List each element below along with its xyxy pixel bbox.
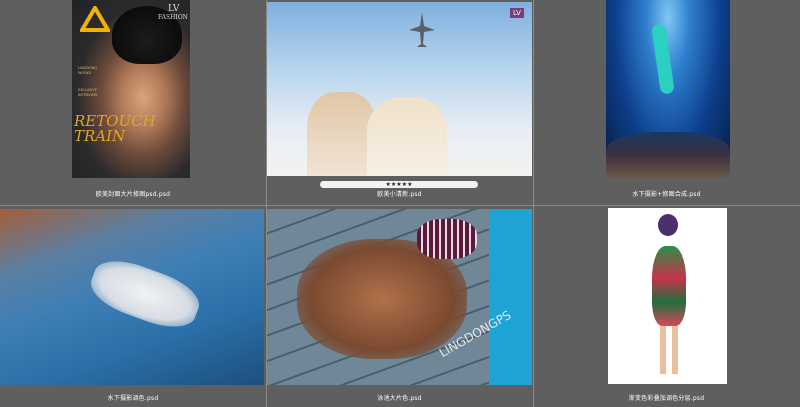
model-leg [660, 326, 666, 374]
watermark-logo: LV [510, 8, 524, 18]
swimmer-figure [84, 251, 206, 337]
airplane-icon [409, 12, 435, 47]
pool-water [489, 209, 532, 385]
thumbnail-grid: LV FASHION LINGDONG WORKS EXCLUSIVE INTE… [0, 0, 800, 407]
thumbnail-caption: 水下摄影+修图合成.psd [632, 191, 701, 198]
thumbnail-caption: 渐变色彩叠加调色分层.psd [628, 395, 705, 402]
brand-logo-icon [80, 6, 110, 32]
swimsuit-pattern [417, 219, 477, 259]
cover-brand-letters: LV [168, 4, 180, 14]
figure-right [367, 97, 447, 176]
thumbnail-image[interactable] [0, 209, 264, 385]
thumbnail-image[interactable]: LINGDONGPS [267, 209, 532, 385]
thumbnail-image[interactable] [606, 0, 730, 178]
thumbnail-image[interactable] [608, 208, 727, 384]
rating-bar[interactable]: ★★★★★ [320, 181, 478, 188]
cover-brand-word: FASHION [158, 14, 188, 21]
thumbnail-item-selected[interactable]: LV ★★★★★ 欧美小清新.psd [266, 0, 533, 205]
coral-reef [606, 132, 730, 178]
thumbnail-caption: 泳池大片色.psd [377, 395, 422, 402]
mermaid-figure [651, 23, 675, 95]
cover-headline: RETOUCH TRAIN [74, 112, 156, 145]
model-dress [652, 246, 686, 326]
thumbnail-item[interactable]: 水下摄影调色.psd [0, 206, 266, 407]
thumbnail-item[interactable]: 渐变色彩叠加调色分层.psd [533, 206, 800, 407]
thumbnail-caption: 欧美小清新.psd [377, 191, 422, 198]
model-leg [672, 326, 678, 374]
thumbnail-image[interactable]: LV FASHION LINGDONG WORKS EXCLUSIVE INTE… [72, 0, 190, 178]
thumbnail-caption: 水下摄影调色.psd [107, 395, 159, 402]
thumbnail-image[interactable]: LV [267, 2, 532, 176]
model-hair [658, 214, 678, 236]
thumbnail-caption: 欧美封面大片修图psd.psd [95, 191, 171, 198]
thumbnail-item[interactable]: LV FASHION LINGDONG WORKS EXCLUSIVE INTE… [0, 0, 266, 205]
cover-side-text: LINGDONG WORKS EXCLUSIVE INTERVIEW [78, 66, 98, 97]
thumbnail-item[interactable]: LINGDONGPS 泳池大片色.psd [266, 206, 533, 407]
thumbnail-item[interactable]: 水下摄影+修图合成.psd [533, 0, 800, 205]
